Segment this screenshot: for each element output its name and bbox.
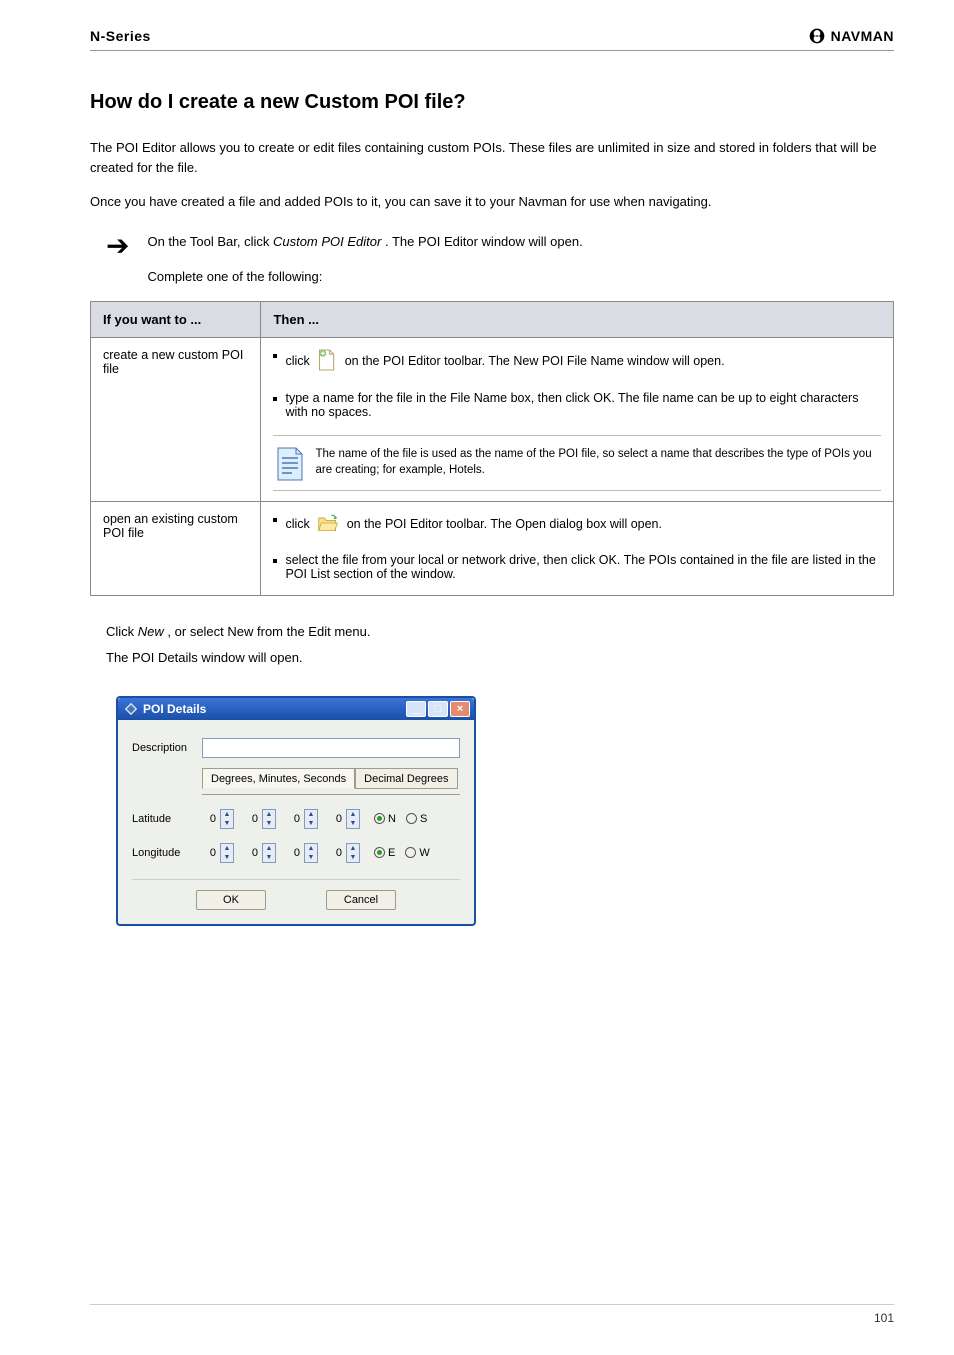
lon-east-label: E: [388, 847, 395, 859]
bottom-step-line-1: Click New , or select New from the Edit …: [106, 622, 894, 642]
r2-b1-b: on the POI Editor toolbar. The Open dial…: [347, 517, 662, 531]
lon-deg-value: 0: [202, 847, 216, 859]
table-r1c1: create a new custom POI file: [91, 337, 261, 501]
close-button[interactable]: ×: [450, 701, 470, 717]
lon-min-value: 0: [244, 847, 258, 859]
table-row: create a new custom POI file click: [91, 337, 894, 501]
bottom-a: Click: [106, 624, 138, 639]
bottom-tooltip: New: [138, 624, 164, 639]
note-icon: [275, 446, 305, 480]
bottom-b: , or select New from the Edit menu.: [167, 624, 370, 639]
latitude-label: Latitude: [132, 813, 202, 825]
step-1-part-a: On the Tool Bar, click: [147, 234, 273, 249]
tab-decimal[interactable]: Decimal Degrees: [355, 768, 457, 789]
step-2-intro: Complete one of the following:: [147, 267, 582, 287]
lat-deg-value: 0: [202, 813, 216, 825]
lat-min-stepper[interactable]: ▲▼: [262, 809, 276, 829]
bullet-icon: [273, 397, 277, 401]
lon-sub-value: 0: [328, 847, 342, 859]
arrow-right-icon: ➔: [106, 232, 129, 260]
intro-para-1: The POI Editor allows you to create or e…: [90, 138, 894, 178]
lon-sec-value: 0: [286, 847, 300, 859]
lon-east-radio[interactable]: E: [374, 847, 395, 859]
tab-dms[interactable]: Degrees, Minutes, Seconds: [202, 768, 355, 789]
intro-para-2: Once you have created a file and added P…: [90, 192, 894, 212]
bottom-step-line-2: The POI Details window will open.: [106, 648, 894, 668]
r1-b1-a: click: [285, 354, 313, 368]
table-row: open an existing custom POI file click: [91, 501, 894, 595]
r1-b2: type a name for the file in the File Nam…: [285, 391, 881, 419]
minimize-button[interactable]: _: [406, 701, 426, 717]
lon-deg-stepper[interactable]: ▲▼: [220, 843, 234, 863]
brand-logo: NAVMAN: [809, 28, 894, 44]
bullet-icon: [273, 518, 277, 522]
poi-titlebar: POI Details _ □ ×: [118, 698, 474, 720]
r1-note: The name of the file is used as the name…: [315, 446, 879, 478]
lat-south-label: S: [420, 813, 427, 825]
r2-b1-a: click: [285, 517, 313, 531]
ok-button[interactable]: OK: [196, 890, 266, 910]
bullet-icon: [273, 354, 277, 358]
page-heading: How do I create a new Custom POI file?: [90, 91, 894, 114]
table-r2c1: open an existing custom POI file: [91, 501, 261, 595]
table-header-2: Then ...: [261, 301, 894, 337]
lat-sub-value: 0: [328, 813, 342, 825]
longitude-label: Longitude: [132, 847, 202, 859]
step-1-text: On the Tool Bar, click Custom POI Editor…: [147, 232, 582, 286]
r2-b2: select the file from your local or netwo…: [285, 553, 881, 581]
brand-name: NAVMAN: [831, 28, 894, 44]
lat-sub-stepper[interactable]: ▲▼: [346, 809, 360, 829]
navman-logo-icon: [809, 28, 825, 44]
poi-window-title: POI Details: [143, 702, 206, 716]
bullet-icon: [273, 559, 277, 563]
cancel-button[interactable]: Cancel: [326, 890, 396, 910]
poi-details-window: POI Details _ □ × Description Degrees, M…: [116, 696, 476, 926]
lon-sec-stepper[interactable]: ▲▼: [304, 843, 318, 863]
lat-north-radio[interactable]: N: [374, 813, 396, 825]
maximize-button[interactable]: □: [428, 701, 448, 717]
series-label: N-Series: [90, 28, 151, 44]
page-number: 101: [90, 1304, 894, 1325]
step-1-part-b: . The POI Editor window will open.: [385, 234, 583, 249]
lon-west-radio[interactable]: W: [405, 847, 429, 859]
lon-min-stepper[interactable]: ▲▼: [262, 843, 276, 863]
description-input[interactable]: [202, 738, 460, 758]
new-file-icon: [317, 348, 337, 375]
lat-south-radio[interactable]: S: [406, 813, 427, 825]
lat-north-label: N: [388, 813, 396, 825]
lat-sec-stepper[interactable]: ▲▼: [304, 809, 318, 829]
lat-min-value: 0: [244, 813, 258, 825]
open-file-icon: [317, 512, 339, 537]
lat-sec-value: 0: [286, 813, 300, 825]
options-table: If you want to ... Then ... create a new…: [90, 301, 894, 596]
step-1-tooltip: Custom POI Editor: [273, 234, 381, 249]
lat-deg-stepper[interactable]: ▲▼: [220, 809, 234, 829]
r1-b1-b: on the POI Editor toolbar. The New POI F…: [345, 354, 725, 368]
poi-window-icon: [124, 702, 138, 716]
table-header-1: If you want to ...: [91, 301, 261, 337]
description-label: Description: [132, 742, 202, 754]
lon-sub-stepper[interactable]: ▲▼: [346, 843, 360, 863]
lon-west-label: W: [419, 847, 429, 859]
